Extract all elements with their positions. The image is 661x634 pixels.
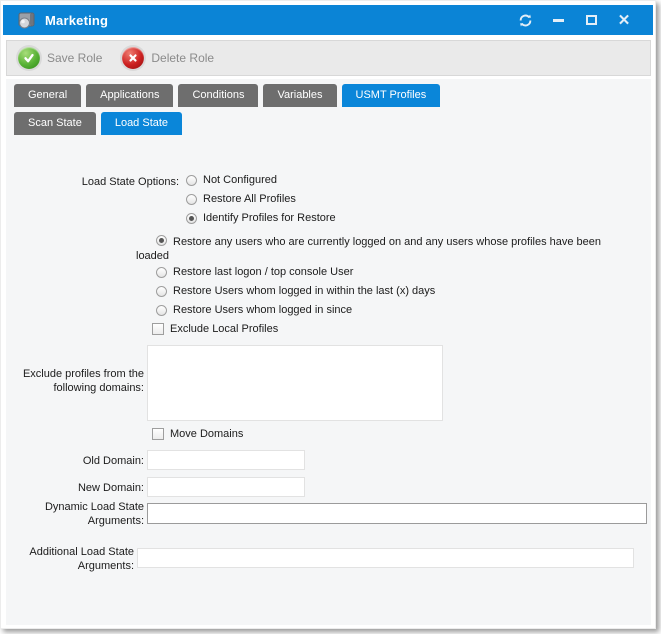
- window-title: Marketing: [45, 13, 108, 28]
- radio-label: Identify Profiles for Restore: [203, 212, 336, 224]
- radio-label: Restore Users whom logged in within the …: [173, 285, 435, 297]
- save-role-label: Save Role: [47, 51, 102, 65]
- titlebar: Marketing ✕: [3, 5, 653, 35]
- radio-row-restore-logged-on-users[interactable]: Restore any users who are currently logg…: [136, 235, 631, 263]
- delete-role-label: Delete Role: [151, 51, 214, 65]
- tab-applications[interactable]: Applications: [86, 84, 173, 107]
- tab-load-state[interactable]: Load State: [101, 112, 182, 135]
- checkbox-move-domains[interactable]: [152, 428, 164, 440]
- close-icon[interactable]: ✕: [616, 12, 632, 28]
- checkbox-row-move-domains[interactable]: Move Domains: [152, 428, 243, 440]
- radio-restore-logged-on-users[interactable]: [156, 235, 167, 246]
- exclude-domains-textarea[interactable]: [147, 345, 443, 421]
- toolbar: Save Role Delete Role: [6, 40, 651, 76]
- radio-row-identify-profiles[interactable]: Identify Profiles for Restore: [186, 212, 336, 224]
- window-controls: ✕: [517, 12, 632, 28]
- radio-row-restore-all-profiles[interactable]: Restore All Profiles: [186, 193, 296, 205]
- old-domain-label: Old Domain:: [6, 454, 144, 468]
- app-window: Marketing ✕ Save Role: [0, 0, 656, 629]
- tab-conditions[interactable]: Conditions: [178, 84, 258, 107]
- old-domain-input[interactable]: [147, 450, 305, 470]
- radio-restore-last-logon[interactable]: [156, 267, 167, 278]
- radio-row-restore-last-x-days[interactable]: Restore Users whom logged in within the …: [156, 285, 435, 297]
- load-state-options-label: Load State Options:: [6, 175, 179, 189]
- radio-label: Restore Users whom logged in since: [173, 304, 352, 316]
- radio-label: Restore All Profiles: [203, 193, 296, 205]
- new-domain-input[interactable]: [147, 477, 305, 497]
- main-tab-bar: General Applications Conditions Variable…: [14, 84, 440, 107]
- tab-usmt-profiles[interactable]: USMT Profiles: [342, 84, 441, 107]
- radio-label: Restore any users who are currently logg…: [136, 236, 601, 262]
- tab-scan-state[interactable]: Scan State: [14, 112, 96, 135]
- additional-args-input[interactable]: [137, 548, 634, 568]
- sub-tab-bar: Scan State Load State: [14, 112, 182, 135]
- tab-general[interactable]: General: [14, 84, 81, 107]
- radio-label: Not Configured: [203, 174, 277, 186]
- radio-restore-last-x-days[interactable]: [156, 286, 167, 297]
- minimize-icon[interactable]: [550, 12, 566, 28]
- radio-not-configured[interactable]: [186, 175, 197, 186]
- dynamic-args-label: Dynamic Load State Arguments:: [6, 500, 144, 528]
- delete-role-button[interactable]: Delete Role: [122, 47, 214, 69]
- checkbox-exclude-local-profiles[interactable]: [152, 323, 164, 335]
- refresh-icon[interactable]: [517, 12, 533, 28]
- save-role-button[interactable]: Save Role: [18, 47, 102, 69]
- radio-identify-profiles[interactable]: [186, 213, 197, 224]
- tab-variables[interactable]: Variables: [263, 84, 336, 107]
- additional-args-label: Additional Load State Arguments:: [6, 545, 134, 573]
- app-icon: [16, 12, 36, 29]
- new-domain-label: New Domain:: [6, 481, 144, 495]
- radio-row-restore-last-logon[interactable]: Restore last logon / top console User: [156, 266, 353, 278]
- checkbox-label: Move Domains: [170, 428, 243, 440]
- checkbox-row-exclude-local-profiles[interactable]: Exclude Local Profiles: [152, 323, 278, 335]
- exclude-domains-label: Exclude profiles from the following doma…: [6, 367, 144, 395]
- radio-row-restore-since[interactable]: Restore Users whom logged in since: [156, 304, 352, 316]
- save-check-icon: [18, 47, 40, 69]
- radio-row-not-configured[interactable]: Not Configured: [186, 174, 277, 186]
- dynamic-args-input[interactable]: [147, 503, 647, 524]
- radio-restore-since[interactable]: [156, 305, 167, 316]
- checkbox-label: Exclude Local Profiles: [170, 323, 278, 335]
- delete-x-icon: [122, 47, 144, 69]
- maximize-icon[interactable]: [583, 12, 599, 28]
- radio-restore-all-profiles[interactable]: [186, 194, 197, 205]
- content-panel: General Applications Conditions Variable…: [6, 79, 651, 625]
- radio-label: Restore last logon / top console User: [173, 266, 353, 278]
